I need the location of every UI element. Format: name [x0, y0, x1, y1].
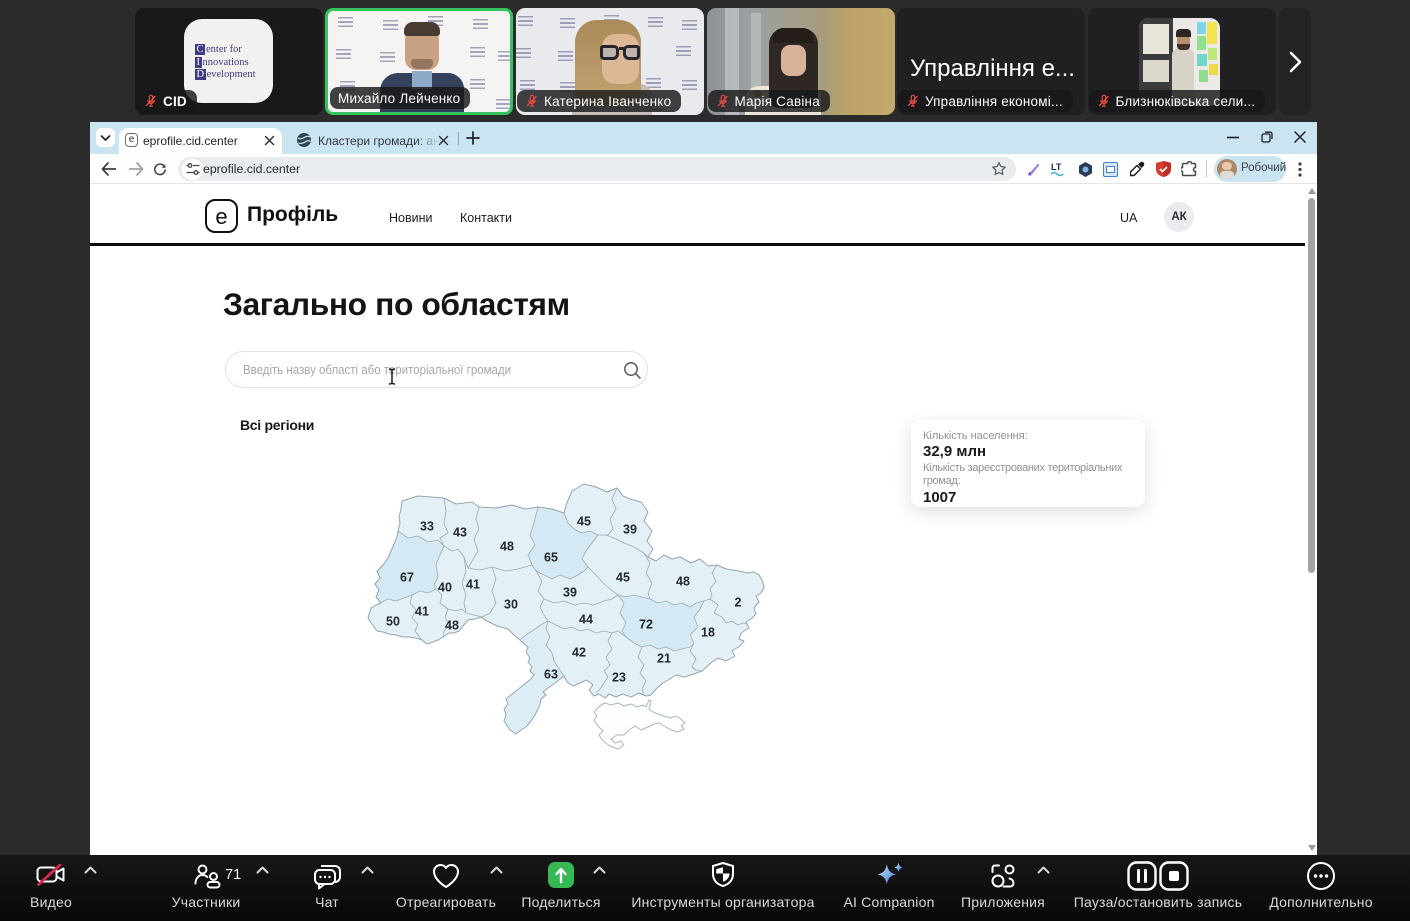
svg-text:43: 43	[453, 526, 467, 540]
svg-text:48: 48	[500, 540, 514, 554]
svg-text:23: 23	[612, 671, 626, 685]
svg-text:18: 18	[701, 626, 715, 640]
svg-text:40: 40	[438, 581, 452, 595]
svg-text:41: 41	[466, 578, 480, 592]
svg-text:50: 50	[386, 615, 400, 629]
svg-text:42: 42	[572, 646, 586, 660]
svg-text:2: 2	[735, 596, 742, 610]
svg-text:39: 39	[623, 523, 637, 537]
svg-text:45: 45	[616, 571, 630, 585]
svg-text:48: 48	[445, 619, 459, 633]
svg-text:33: 33	[420, 520, 434, 534]
svg-text:30: 30	[504, 598, 518, 612]
svg-text:63: 63	[544, 668, 558, 682]
svg-text:48: 48	[676, 575, 690, 589]
svg-text:41: 41	[415, 605, 429, 619]
svg-text:39: 39	[563, 586, 577, 600]
svg-text:45: 45	[577, 515, 591, 529]
svg-text:21: 21	[657, 652, 671, 666]
svg-text:44: 44	[579, 613, 593, 627]
svg-text:67: 67	[400, 571, 414, 585]
svg-text:72: 72	[639, 618, 653, 632]
svg-text:65: 65	[544, 551, 558, 565]
